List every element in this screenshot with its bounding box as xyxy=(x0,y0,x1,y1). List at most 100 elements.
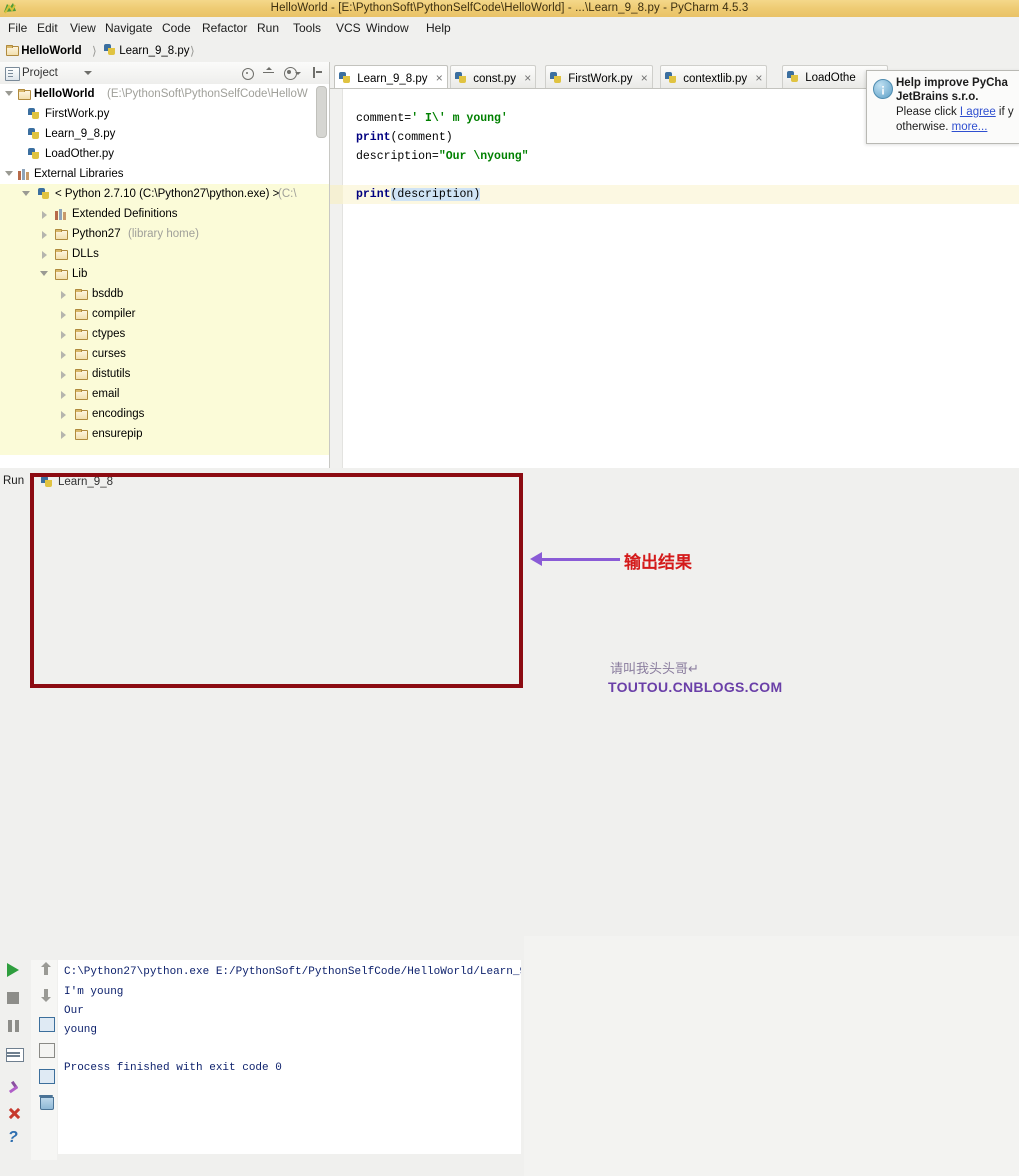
code-editor[interactable]: comment=' I\' m young' print(comment) de… xyxy=(330,89,1019,468)
folder-icon xyxy=(75,389,88,400)
tree-item-curses[interactable]: curses xyxy=(0,344,329,364)
menu-item-run[interactable]: Run xyxy=(251,17,285,40)
locate-icon[interactable] xyxy=(239,62,257,84)
menu-item-refactor[interactable]: Refactor xyxy=(196,17,253,40)
tree-item-encodings[interactable]: encodings xyxy=(0,404,329,424)
console-line-3: Our xyxy=(64,1005,84,1017)
project-panel: Project HelloWorld (E:\PythonSoft\Python… xyxy=(0,62,330,531)
run-tool-window: Run Learn_9_8 ? C:\Python27\python.exe E… xyxy=(0,468,1019,1176)
breadcrumb-project[interactable]: HelloWorld xyxy=(6,40,82,62)
tree-item-dlls[interactable]: DLLs xyxy=(0,244,329,264)
tree-item-learn98[interactable]: Learn_9_8.py xyxy=(0,124,329,144)
tree-item-ctypes[interactable]: ctypes xyxy=(0,324,329,344)
folder-icon xyxy=(75,289,88,300)
tree-item-python-sdk[interactable]: < Python 2.7.10 (C:\Python27\python.exe)… xyxy=(0,184,329,204)
tree-item-compiler[interactable]: compiler xyxy=(0,304,329,324)
project-panel-title: Project xyxy=(22,67,58,79)
menu-item-tools[interactable]: Tools xyxy=(287,17,327,40)
tree-item-python27[interactable]: Python27 (library home) xyxy=(0,224,329,244)
tree-item-email[interactable]: email xyxy=(0,384,329,404)
breadcrumb-separator-2: ⟩ xyxy=(190,44,195,58)
project-tree[interactable]: HelloWorld (E:\PythonSoft\PythonSelfCode… xyxy=(0,84,329,455)
folder-icon xyxy=(75,349,88,360)
editor-gutter[interactable] xyxy=(330,89,343,468)
library-icon xyxy=(18,169,30,180)
print-icon[interactable] xyxy=(35,1066,55,1086)
menu-item-window[interactable]: Window xyxy=(360,17,415,40)
run-tool-window-label[interactable]: Run xyxy=(3,475,24,487)
editor-tab-firstwork[interactable]: FirstWork.py × xyxy=(545,65,653,90)
editor-tab-learn98[interactable]: Learn_9_8.py × xyxy=(334,65,448,90)
breadcrumb: HelloWorld ⟩ Learn_9_8.py ⟩ xyxy=(0,40,1019,63)
breadcrumb-separator-1: ⟩ xyxy=(92,44,97,58)
close-icon[interactable] xyxy=(4,1103,24,1123)
watermark-url: TOUTOU.CNBLOGS.COM xyxy=(608,679,783,695)
python-file-icon xyxy=(41,476,53,488)
library-icon xyxy=(55,209,67,220)
menu-item-navigate[interactable]: Navigate xyxy=(99,17,158,40)
project-tree-vertical-scrollbar[interactable] xyxy=(316,86,327,138)
close-icon[interactable]: × xyxy=(641,71,648,85)
project-panel-header: Project xyxy=(0,62,329,85)
folder-icon xyxy=(55,269,68,280)
code-line-1: comment=' I\' m young' xyxy=(356,112,508,125)
pause-icon[interactable] xyxy=(4,1016,24,1036)
console-line-2: I'm young xyxy=(64,986,124,998)
breadcrumb-file[interactable]: Learn_9_8.py xyxy=(104,40,190,62)
menu-bar: File Edit View Navigate Code Refactor Ru… xyxy=(0,17,1019,41)
layout-icon[interactable] xyxy=(4,1044,24,1064)
run-panel-right-filler xyxy=(524,936,1019,1176)
soft-wrap-icon[interactable] xyxy=(35,1014,55,1034)
python-sdk-icon xyxy=(38,188,50,200)
run-icon[interactable] xyxy=(4,960,24,980)
tree-item-helloworld[interactable]: HelloWorld (E:\PythonSoft\PythonSelfCode… xyxy=(0,84,329,104)
menu-item-view[interactable]: View xyxy=(64,17,102,40)
folder-icon xyxy=(18,89,31,100)
python-file-icon xyxy=(665,72,677,84)
pin-icon[interactable] xyxy=(4,1077,24,1097)
tree-item-extended-definitions[interactable]: Extended Definitions xyxy=(0,204,329,224)
stop-icon[interactable] xyxy=(4,988,24,1008)
python-file-icon xyxy=(28,148,40,160)
tree-item-loadother[interactable]: LoadOther.py xyxy=(0,144,329,164)
collapse-all-icon[interactable] xyxy=(260,62,278,84)
tree-item-distutils[interactable]: distutils xyxy=(0,364,329,384)
chevron-down-icon[interactable] xyxy=(84,71,92,75)
run-tab-learn98[interactable]: Learn_9_8 xyxy=(38,473,113,491)
annotation-callout-text: 输出结果 xyxy=(624,553,692,573)
info-icon xyxy=(873,79,893,99)
run-console-output[interactable]: C:\Python27\python.exe E:/PythonSoft/Pyt… xyxy=(58,960,521,1154)
i-agree-link[interactable]: I agree xyxy=(960,106,996,118)
menu-item-code[interactable]: Code xyxy=(156,17,197,40)
help-icon[interactable]: ? xyxy=(4,1128,24,1148)
folder-icon xyxy=(55,249,68,260)
scroll-up-icon[interactable] xyxy=(35,962,55,982)
console-line-6: Process finished with exit code 0 xyxy=(64,1062,282,1074)
clear-all-icon[interactable] xyxy=(35,1092,55,1112)
current-line-gutter-highlight xyxy=(330,185,343,204)
settings-gear-icon[interactable] xyxy=(282,62,306,84)
tree-item-bsddb[interactable]: bsddb xyxy=(0,284,329,304)
menu-item-edit[interactable]: Edit xyxy=(31,17,64,40)
tree-item-firstwork[interactable]: FirstWork.py xyxy=(0,104,329,124)
tree-item-external-libraries[interactable]: External Libraries xyxy=(0,164,329,184)
editor-tab-contextlib[interactable]: contextlib.py × xyxy=(660,65,768,90)
close-icon[interactable]: × xyxy=(436,71,443,85)
window-title: HelloWorld - [E:\PythonSoft\PythonSelfCo… xyxy=(270,2,749,14)
export-icon[interactable] xyxy=(35,1040,55,1060)
menu-item-file[interactable]: File xyxy=(2,17,33,40)
scroll-down-icon[interactable] xyxy=(35,988,55,1008)
notification-popup[interactable]: Help improve PyCha JetBrains s.r.o. Plea… xyxy=(866,70,1019,144)
python-file-icon xyxy=(104,44,116,56)
menu-item-help[interactable]: Help xyxy=(420,17,457,40)
tree-item-lib[interactable]: Lib xyxy=(0,264,329,284)
close-icon[interactable]: × xyxy=(524,71,531,85)
editor-tab-const[interactable]: const.py × xyxy=(450,65,537,90)
tree-item-partial xyxy=(0,444,329,455)
close-icon[interactable]: × xyxy=(755,71,762,85)
more-link[interactable]: more... xyxy=(952,121,988,133)
tree-item-ensurepip[interactable]: ensurepip xyxy=(0,424,329,444)
hide-panel-icon[interactable] xyxy=(309,62,327,84)
folder-icon xyxy=(75,309,88,320)
python-file-icon xyxy=(339,72,351,84)
